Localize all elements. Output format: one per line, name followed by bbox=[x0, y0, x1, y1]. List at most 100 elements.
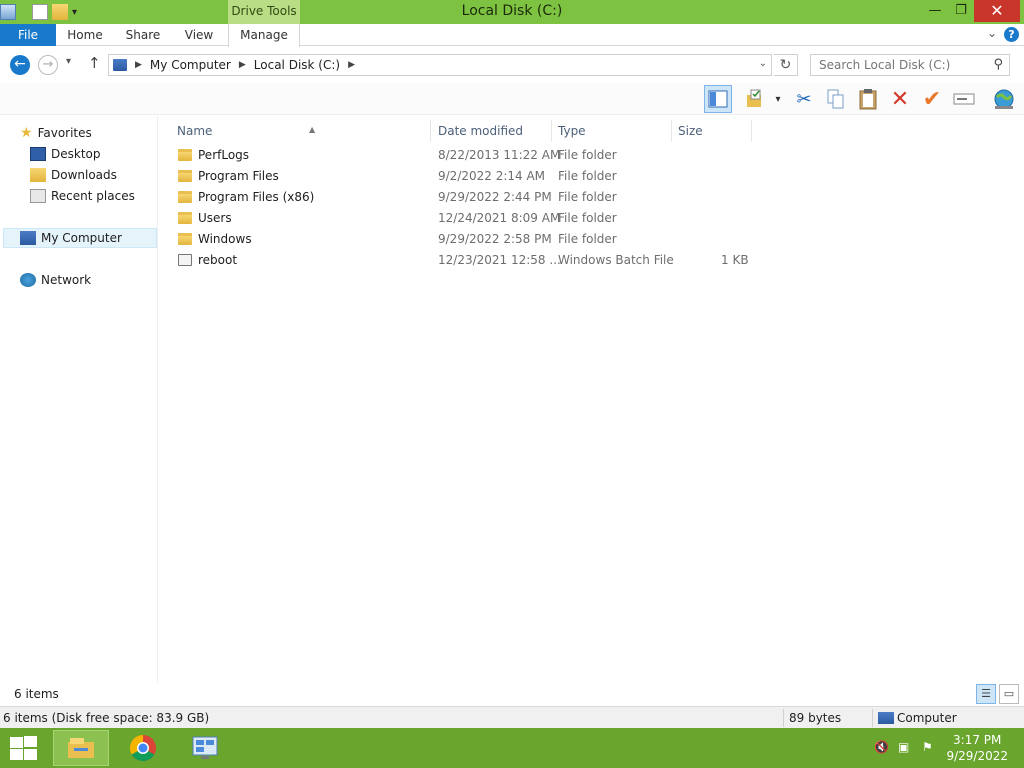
nav-my-computer[interactable]: My Computer bbox=[3, 228, 157, 248]
column-header-date[interactable]: Date modified bbox=[432, 120, 552, 142]
file-date: 9/29/2022 2:44 PM bbox=[438, 190, 552, 204]
chevron-down-icon[interactable]: ⌄ bbox=[987, 26, 997, 40]
star-icon: ★ bbox=[20, 125, 33, 141]
file-date: 12/24/2021 8:09 AM bbox=[438, 211, 561, 225]
action-center-icon[interactable]: ⚑ bbox=[922, 740, 938, 756]
preview-pane-icon[interactable] bbox=[704, 85, 732, 113]
file-name: Windows bbox=[198, 232, 252, 246]
taskbar-control-panel[interactable] bbox=[177, 730, 233, 766]
cut-icon[interactable]: ✂ bbox=[790, 85, 818, 113]
taskbar-chrome[interactable] bbox=[115, 730, 171, 766]
folder-icon bbox=[178, 233, 192, 245]
tab-home[interactable]: Home bbox=[60, 24, 110, 46]
navigation-pane: ★ Favorites Desktop Downloads Recent pla… bbox=[0, 116, 158, 682]
details-status-bar: 6 items (Disk free space: 83.9 GB) 89 by… bbox=[0, 706, 1024, 728]
nav-desktop[interactable]: Desktop bbox=[30, 144, 101, 164]
address-row: ← → ▾ ↑ ▶ My Computer ▶ Local Disk (C:) … bbox=[0, 47, 1024, 83]
breadcrumb-local-disk[interactable]: Local Disk (C:) bbox=[254, 58, 340, 72]
breadcrumb-my-computer[interactable]: My Computer bbox=[150, 58, 231, 72]
nav-downloads[interactable]: Downloads bbox=[30, 165, 117, 185]
computer-icon bbox=[878, 712, 894, 724]
file-date: 9/2/2022 2:14 AM bbox=[438, 169, 546, 183]
address-bar[interactable]: ▶ My Computer ▶ Local Disk (C:) ▶ ⌄ bbox=[108, 54, 772, 76]
nav-recent-places[interactable]: Recent places bbox=[30, 186, 135, 206]
folder-icon bbox=[178, 170, 192, 182]
breadcrumb-separator-icon[interactable]: ▶ bbox=[348, 60, 355, 70]
forward-button[interactable]: → bbox=[38, 55, 58, 75]
column-header-name[interactable]: Name ▲ bbox=[171, 120, 431, 142]
table-row[interactable]: Program Files 9/2/2022 2:14 AM File folder bbox=[176, 166, 766, 187]
file-type: File folder bbox=[558, 211, 617, 225]
nav-recent-places-label: Recent places bbox=[51, 189, 135, 203]
folder-options-icon[interactable] bbox=[742, 85, 770, 113]
file-date: 8/22/2013 11:22 AM bbox=[438, 148, 561, 162]
computer-icon bbox=[113, 59, 127, 71]
nav-favorites-label: Favorites bbox=[37, 126, 92, 140]
item-count: 6 items bbox=[14, 687, 59, 701]
rename-icon[interactable] bbox=[950, 85, 978, 113]
large-icons-view-button[interactable]: ▭ bbox=[999, 684, 1019, 704]
column-header-type[interactable]: Type bbox=[552, 120, 672, 142]
taskbar-file-explorer[interactable] bbox=[53, 730, 109, 766]
search-icon[interactable]: ⚲ bbox=[993, 57, 1003, 72]
file-type: File folder bbox=[558, 169, 617, 183]
search-box[interactable]: ⚲ bbox=[810, 54, 1010, 76]
taskbar-clock[interactable]: 3:17 PM 9/29/2022 bbox=[946, 732, 1008, 764]
clock-date: 9/29/2022 bbox=[946, 749, 1008, 763]
network-globe-icon[interactable] bbox=[990, 85, 1018, 113]
tab-manage[interactable]: Manage bbox=[228, 24, 300, 47]
file-name: Program Files bbox=[198, 169, 279, 183]
close-button[interactable]: ✕ bbox=[974, 0, 1020, 22]
nav-network-label: Network bbox=[41, 273, 92, 287]
paste-icon[interactable] bbox=[854, 85, 882, 113]
table-row[interactable]: PerfLogs 8/22/2013 11:22 AM File folder bbox=[176, 145, 766, 166]
address-dropdown-icon[interactable]: ⌄ bbox=[759, 58, 767, 69]
volume-muted-icon[interactable]: 🔇 bbox=[874, 740, 890, 756]
taskbar: 🔇 ▣ ⚑ 3:17 PM 9/29/2022 bbox=[0, 728, 1024, 768]
breadcrumb-separator-icon[interactable]: ▶ bbox=[239, 60, 246, 70]
recent-places-icon bbox=[30, 189, 46, 203]
back-button[interactable]: ← bbox=[10, 55, 30, 75]
table-row[interactable]: Windows 9/29/2022 2:58 PM File folder bbox=[176, 229, 766, 250]
nav-downloads-label: Downloads bbox=[51, 168, 117, 182]
tab-share[interactable]: Share bbox=[118, 24, 168, 46]
table-row[interactable]: Program Files (x86) 9/29/2022 2:44 PM File… bbox=[176, 187, 766, 208]
chrome-icon bbox=[129, 734, 156, 762]
nav-my-computer-label: My Computer bbox=[41, 231, 122, 245]
tab-file[interactable]: File bbox=[0, 24, 56, 46]
control-panel-icon bbox=[192, 736, 218, 759]
copy-icon[interactable] bbox=[822, 85, 850, 113]
nav-network[interactable]: Network bbox=[20, 270, 91, 290]
recent-locations-dropdown[interactable]: ▾ bbox=[66, 56, 71, 67]
help-icon[interactable]: ? bbox=[1004, 27, 1019, 42]
file-date: 12/23/2021 12:58 ... bbox=[438, 253, 561, 267]
folder-options-dropdown-icon[interactable]: ▾ bbox=[770, 85, 786, 113]
file-type: File folder bbox=[558, 190, 617, 204]
disk-free-space: 6 items (Disk free space: 83.9 GB) bbox=[3, 711, 210, 725]
table-row[interactable]: reboot 12/23/2021 12:58 ... Windows Batch … bbox=[176, 250, 766, 271]
selection-size: 89 bytes bbox=[789, 711, 842, 725]
network-status-icon[interactable]: ▣ bbox=[898, 740, 914, 756]
refresh-button[interactable]: ↻ bbox=[774, 54, 798, 76]
status-bar: 6 items ☰ ▭ bbox=[0, 682, 1024, 706]
start-button[interactable] bbox=[8, 736, 38, 760]
clock-time: 3:17 PM bbox=[953, 733, 1002, 747]
computer-icon bbox=[20, 231, 36, 245]
tab-view[interactable]: View bbox=[176, 24, 222, 46]
file-name: PerfLogs bbox=[198, 148, 250, 162]
sort-ascending-icon: ▲ bbox=[309, 125, 316, 134]
table-row[interactable]: Users 12/24/2021 8:09 AM File folder bbox=[176, 208, 766, 229]
delete-icon[interactable]: ✕ bbox=[886, 85, 914, 113]
nav-desktop-label: Desktop bbox=[51, 147, 101, 161]
column-header-size[interactable]: Size bbox=[672, 120, 752, 142]
folder-icon bbox=[178, 212, 192, 224]
nav-favorites[interactable]: ★ Favorites bbox=[20, 123, 92, 143]
select-icon[interactable]: ✔ bbox=[918, 85, 946, 113]
search-input[interactable] bbox=[811, 55, 981, 75]
maximize-button[interactable]: ❐ bbox=[946, 0, 976, 22]
title-bar: ▾ Drive Tools Local Disk (C:) — ❐ ✕ bbox=[0, 0, 1024, 24]
details-view-button[interactable]: ☰ bbox=[976, 684, 996, 704]
up-button[interactable]: ↑ bbox=[88, 54, 101, 72]
breadcrumb-separator-icon[interactable]: ▶ bbox=[135, 60, 142, 70]
file-name: Users bbox=[198, 211, 232, 225]
